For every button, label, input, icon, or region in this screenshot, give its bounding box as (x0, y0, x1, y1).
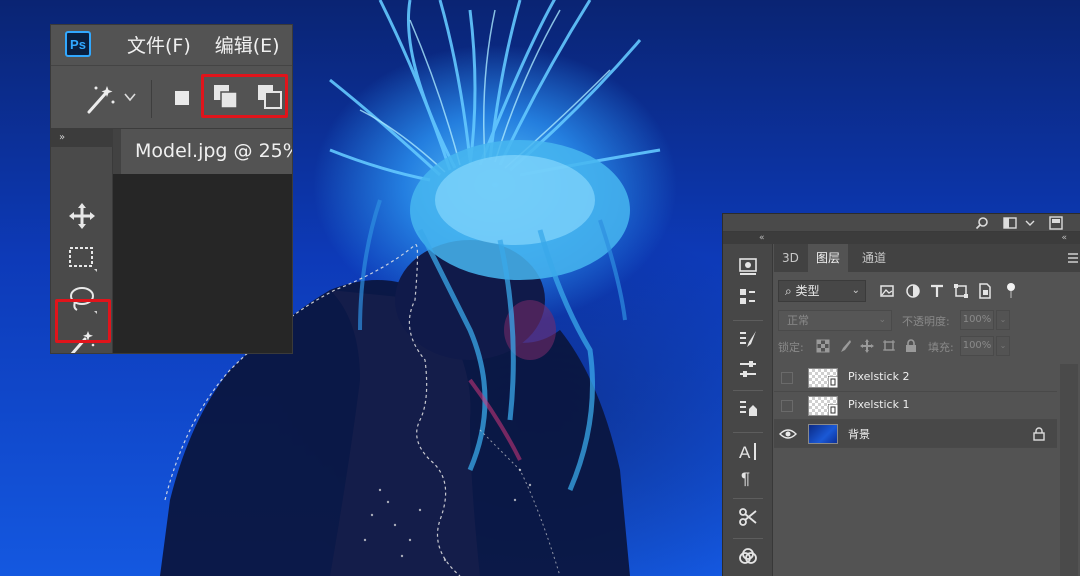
search-icon: ⌕ (785, 284, 796, 298)
document-tab-bar: Model.jpg @ 25% (113, 129, 292, 174)
eye-icon[interactable] (779, 427, 797, 441)
smart-object-filter-icon[interactable] (976, 282, 994, 300)
tab-3d[interactable]: 3D (774, 244, 807, 272)
window-icon[interactable] (1049, 216, 1063, 230)
quick-selection-icon[interactable] (65, 353, 99, 354)
filter-toggle-icon[interactable] (1002, 282, 1020, 300)
fill-field[interactable]: 100% (960, 336, 994, 356)
chevron-down-icon[interactable] (123, 90, 137, 104)
subtract-from-selection-icon[interactable] (255, 82, 285, 112)
blend-mode-select[interactable]: 正常 ⌄ (778, 310, 892, 331)
layer-thumbnail (808, 424, 838, 444)
panel-collapse-bar: « « (723, 232, 1080, 244)
layers-panel-crop: « « A ¶ 3D 图层 通道 ⌕ 类型 ⌄ 正常 ⌄ 不透明度: 100% … (722, 213, 1080, 576)
menu-edit[interactable]: 编辑(E) (215, 31, 280, 58)
layer-name: Pixelstick 2 (848, 370, 910, 383)
tab-layers[interactable]: 图层 (808, 244, 849, 272)
shape-filter-icon[interactable] (952, 282, 970, 300)
opacity-field[interactable]: 100% (960, 310, 994, 330)
opacity-label: 不透明度: (902, 315, 950, 328)
collapse-right-button[interactable]: « (1061, 232, 1067, 244)
lock-label: 锁定: (778, 341, 804, 354)
divider (733, 498, 763, 499)
toolbar-collapse[interactable]: » (51, 129, 113, 147)
visibility-toggle[interactable] (781, 400, 793, 412)
divider (733, 390, 763, 391)
blend-mode-value: 正常 (787, 314, 809, 327)
adjustment-filter-icon[interactable] (904, 282, 922, 300)
lock-icon (1033, 427, 1045, 441)
tool-options-bar (51, 65, 292, 129)
info-panel-icon[interactable] (737, 256, 759, 278)
panel-menu-icon[interactable] (1067, 253, 1079, 263)
history-panel-icon[interactable] (737, 286, 759, 308)
search-icon[interactable] (975, 216, 989, 230)
blend-row: 正常 ⌄ 不透明度: 100% ⌄ (778, 310, 1078, 332)
workspace-topbar (723, 214, 1080, 232)
menu-file[interactable]: 文件(F) (127, 31, 191, 58)
collapse-left-button[interactable]: « (759, 232, 765, 244)
move-tool-icon[interactable] (65, 199, 99, 233)
layers-panel: 3D 图层 通道 ⌕ 类型 ⌄ 正常 ⌄ 不透明度: 100% ⌄ 锁定: 填充… (774, 244, 1080, 576)
lock-artboard-icon[interactable] (882, 339, 896, 353)
layer-filter-row: ⌕ 类型 ⌄ (778, 280, 1078, 304)
layer-name: 背景 (848, 428, 870, 441)
layer-row[interactable]: 背景 (774, 420, 1057, 448)
divider (733, 320, 763, 321)
properties-icon[interactable] (737, 398, 759, 420)
divider (733, 538, 763, 539)
tab-channels[interactable]: 通道 (854, 244, 894, 272)
layer-row[interactable]: Pixelstick 1 (774, 392, 1057, 420)
fill-stepper[interactable]: ⌄ (996, 336, 1010, 356)
lock-position-icon[interactable] (860, 339, 874, 353)
marquee-tool-icon[interactable] (65, 241, 99, 275)
filter-kind-select[interactable]: ⌕ 类型 ⌄ (778, 280, 866, 302)
new-selection-icon[interactable] (175, 91, 189, 105)
document-tab[interactable]: Model.jpg @ 25% (121, 129, 292, 174)
document-canvas-area (113, 174, 292, 353)
adjustments-icon[interactable] (737, 358, 759, 380)
svg-text:A: A (739, 443, 751, 462)
magic-wand-icon[interactable] (83, 82, 117, 116)
brush-settings-icon[interactable] (737, 328, 759, 350)
photoshop-logo: Ps (65, 31, 91, 57)
menu-bar: Ps 文件(F) 编辑(E) (51, 25, 292, 63)
smart-object-badge-icon (828, 404, 838, 416)
visibility-toggle[interactable] (781, 372, 793, 384)
lock-transparent-icon[interactable] (816, 339, 830, 353)
photoshop-window-crop: Ps 文件(F) 编辑(E) » Model.jpg @ 25% (50, 24, 293, 354)
creative-cloud-icon[interactable] (737, 546, 759, 568)
opacity-stepper[interactable]: ⌄ (996, 310, 1010, 330)
fill-label: 填充: (928, 341, 954, 354)
pixel-filter-icon[interactable] (878, 282, 896, 300)
lock-all-icon[interactable] (904, 339, 918, 353)
chevron-down-icon: ⌄ (851, 285, 860, 296)
lock-pixels-icon[interactable] (838, 339, 852, 353)
lock-row: 锁定: 填充: 100% ⌄ (778, 336, 1078, 358)
divider (733, 432, 763, 433)
smart-object-badge-icon (828, 376, 838, 388)
layer-row[interactable]: Pixelstick 2 (774, 364, 1057, 392)
type-filter-icon[interactable] (928, 282, 946, 300)
character-panel-icon[interactable]: A (737, 440, 759, 462)
layers-scrollbar[interactable] (1060, 364, 1078, 576)
panel-icon-column: A ¶ (723, 244, 773, 576)
paragraph-panel-icon[interactable]: ¶ (737, 466, 759, 488)
svg-text:¶: ¶ (741, 469, 750, 488)
panel-tabs: 3D 图层 通道 (774, 244, 1080, 272)
layer-name: Pixelstick 1 (848, 398, 910, 411)
highlight-box-magic-wand (55, 299, 111, 343)
tool-presets-icon[interactable] (737, 506, 759, 528)
chevron-down-icon: ⌄ (878, 315, 886, 325)
layers-list: Pixelstick 2 Pixelstick 1 背景 (774, 364, 1057, 464)
chevron-down-icon[interactable] (1023, 216, 1037, 230)
filter-kind-label: 类型 (795, 284, 820, 298)
workspace-icon[interactable] (1003, 216, 1017, 230)
divider (151, 80, 152, 118)
add-to-selection-icon[interactable] (211, 82, 241, 112)
